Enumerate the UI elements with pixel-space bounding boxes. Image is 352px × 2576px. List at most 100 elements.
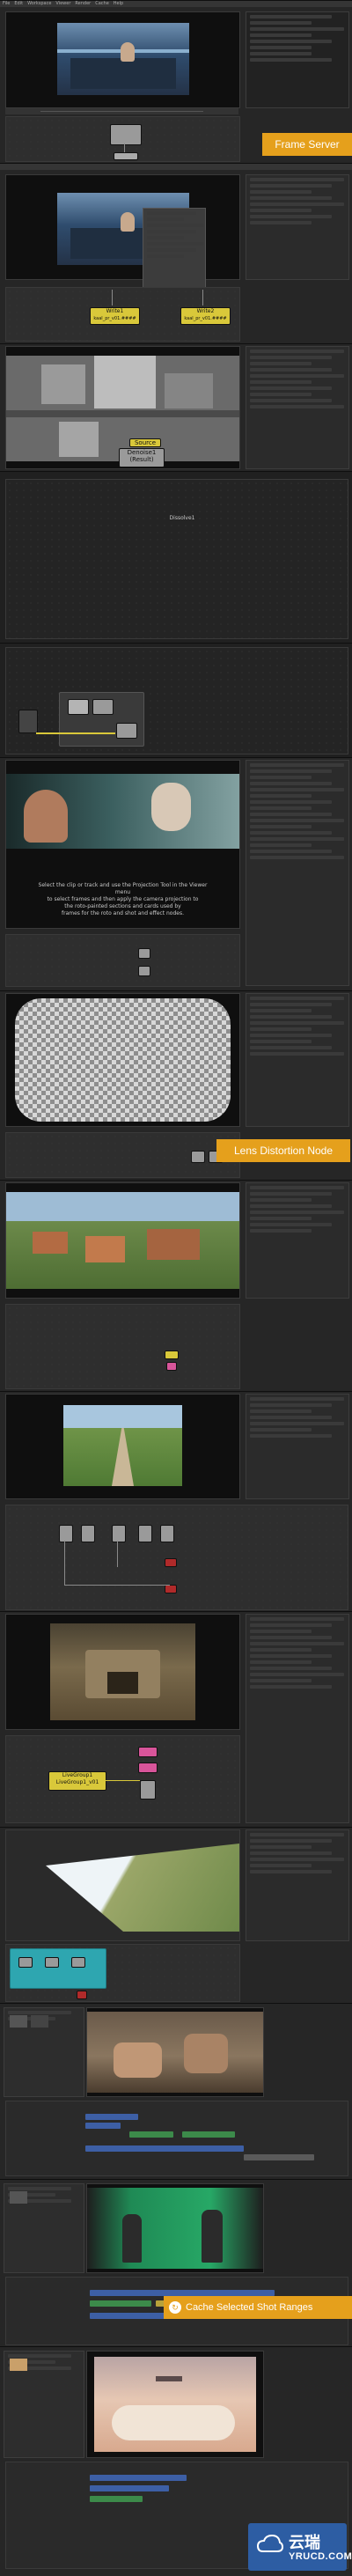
- cache-icon: ↻: [169, 2301, 181, 2314]
- transport-bar[interactable]: [5, 108, 238, 114]
- media-bin[interactable]: [4, 2007, 84, 2097]
- tree-node-red-1[interactable]: [165, 1558, 177, 1567]
- menu-help[interactable]: Help: [114, 1, 123, 7]
- clip-blue-3[interactable]: [85, 2145, 244, 2152]
- node-thumb-3[interactable]: [116, 723, 137, 739]
- node-graph[interactable]: LiveGroup1 LiveGroup1_v01: [5, 1735, 240, 1823]
- pink-node-1[interactable]: [138, 1747, 158, 1757]
- clip-blue-2[interactable]: [90, 2485, 169, 2491]
- livegroup-node[interactable]: LiveGroup1 LiveGroup1_v01: [48, 1771, 106, 1791]
- properties-panel[interactable]: [246, 1614, 349, 1823]
- properties-panel[interactable]: [246, 1182, 349, 1299]
- properties-panel[interactable]: [246, 1829, 349, 1941]
- node-graph[interactable]: [5, 1132, 240, 1178]
- context-menu[interactable]: [143, 208, 206, 298]
- tree-node-1[interactable]: [59, 1525, 73, 1542]
- panel-timeline-3: 云瑞 YRUCD.COM: [0, 2346, 352, 2576]
- node-graph[interactable]: Write1 kaal_pr_v01.#### Write2 kaal_pr_v…: [5, 287, 240, 342]
- viewer[interactable]: [86, 2183, 264, 2273]
- node-viewer[interactable]: [114, 152, 138, 160]
- media-bin[interactable]: [4, 2351, 84, 2458]
- node-a[interactable]: [138, 948, 150, 959]
- menubar[interactable]: [0, 164, 352, 170]
- node-side[interactable]: [18, 710, 38, 733]
- node-small-2[interactable]: [166, 1362, 177, 1371]
- clip-blue-1[interactable]: [90, 2475, 187, 2481]
- node-graph[interactable]: [5, 934, 240, 987]
- tree-node-5[interactable]: [160, 1525, 174, 1542]
- write2-file: kaal_pr_v01.####: [184, 316, 227, 321]
- node-thumb-1[interactable]: [68, 699, 89, 715]
- denoise-label: Denoise1: [127, 449, 157, 456]
- viewer[interactable]: [86, 2007, 264, 2097]
- properties-panel[interactable]: [246, 760, 349, 986]
- viewer[interactable]: [5, 1182, 240, 1299]
- tree-node-2[interactable]: [81, 1525, 95, 1542]
- node-graph[interactable]: [5, 1505, 348, 1610]
- node-graph[interactable]: [5, 1944, 240, 2002]
- viewer[interactable]: [5, 1614, 240, 1730]
- menu-edit[interactable]: Edit: [14, 1, 23, 7]
- panel-write-nodes: Write1 kaal_pr_v01.#### Write2 kaal_pr_v…: [0, 163, 352, 344]
- node-lens[interactable]: [191, 1151, 205, 1163]
- tree-node-3[interactable]: [112, 1525, 126, 1542]
- denoise-node[interactable]: Denoise1 (Result): [119, 448, 165, 467]
- properties-panel[interactable]: [246, 11, 349, 108]
- properties-panel[interactable]: [246, 174, 349, 280]
- viewer[interactable]: [86, 2351, 264, 2458]
- panel-projection: [0, 1827, 352, 2004]
- node-graph[interactable]: [5, 1304, 240, 1389]
- menu-render[interactable]: Render: [75, 1, 91, 7]
- properties-panel[interactable]: [246, 993, 349, 1127]
- write1-label: Write1: [106, 308, 124, 314]
- cache-label: Cache Selected Shot Ranges: [186, 2302, 313, 2313]
- proj-node-2[interactable]: [45, 1957, 59, 1968]
- node-graph[interactable]: [5, 116, 240, 162]
- panel-timeline-2: ↻ Cache Selected Shot Ranges: [0, 2179, 352, 2347]
- node-b[interactable]: [138, 966, 150, 976]
- media-bin[interactable]: [4, 2183, 84, 2273]
- write1-node[interactable]: Write1 kaal_pr_v01.####: [90, 307, 140, 325]
- node-small[interactable]: [165, 1351, 179, 1359]
- node-graph[interactable]: Dissolve1: [5, 479, 348, 639]
- clip-green-2[interactable]: [182, 2131, 235, 2138]
- viewer[interactable]: Select the clip or track and use the Pro…: [5, 760, 240, 929]
- clip-green[interactable]: [90, 2496, 143, 2502]
- node-read[interactable]: [110, 124, 142, 145]
- node-thumb-2[interactable]: [92, 699, 114, 715]
- clip-blue-1[interactable]: [85, 2114, 138, 2120]
- viewer[interactable]: [5, 1394, 240, 1499]
- proj-node-red[interactable]: [77, 1991, 87, 1999]
- viewer[interactable]: Source Denoise1 (Result): [5, 346, 240, 469]
- pink-node-2[interactable]: [138, 1763, 158, 1773]
- frame-server-badge: Frame Server: [262, 133, 352, 156]
- viewer[interactable]: [5, 993, 240, 1127]
- node-graph[interactable]: [5, 647, 348, 754]
- livegroup-label: LiveGroup1: [62, 1772, 93, 1778]
- menu-workspace[interactable]: Workspace: [27, 1, 51, 7]
- overlay-line-3: the roto-painted sections and cards used…: [64, 903, 181, 909]
- proj-node-3[interactable]: [71, 1957, 85, 1968]
- menu-file[interactable]: File: [3, 1, 10, 7]
- clip-green-1[interactable]: [129, 2131, 173, 2138]
- clip-green[interactable]: [90, 2300, 151, 2307]
- source-node-label[interactable]: Source: [129, 438, 161, 447]
- write2-node[interactable]: Write2 kaal_pr_v01.####: [180, 307, 231, 325]
- viewer[interactable]: [5, 1829, 240, 1941]
- tree-node-4[interactable]: [138, 1525, 152, 1542]
- properties-panel[interactable]: [246, 346, 349, 469]
- clip-blue-2[interactable]: [85, 2123, 121, 2129]
- grey-node[interactable]: [140, 1780, 156, 1800]
- menubar[interactable]: File Edit Workspace Viewer Render Cache …: [0, 1, 352, 7]
- viewer[interactable]: [5, 11, 240, 108]
- menu-viewer[interactable]: Viewer: [55, 1, 70, 7]
- menu-cache[interactable]: Cache: [95, 1, 109, 7]
- clip-blue-1[interactable]: [90, 2290, 275, 2296]
- tree-node-red-2[interactable]: [165, 1585, 177, 1593]
- properties-panel[interactable]: [246, 1394, 349, 1499]
- proj-node-1[interactable]: [18, 1957, 33, 1968]
- aerial-city-image: [6, 356, 239, 461]
- teal-backdrop[interactable]: [10, 1948, 106, 1989]
- clip-grey[interactable]: [244, 2154, 314, 2160]
- timeline[interactable]: [5, 2101, 348, 2176]
